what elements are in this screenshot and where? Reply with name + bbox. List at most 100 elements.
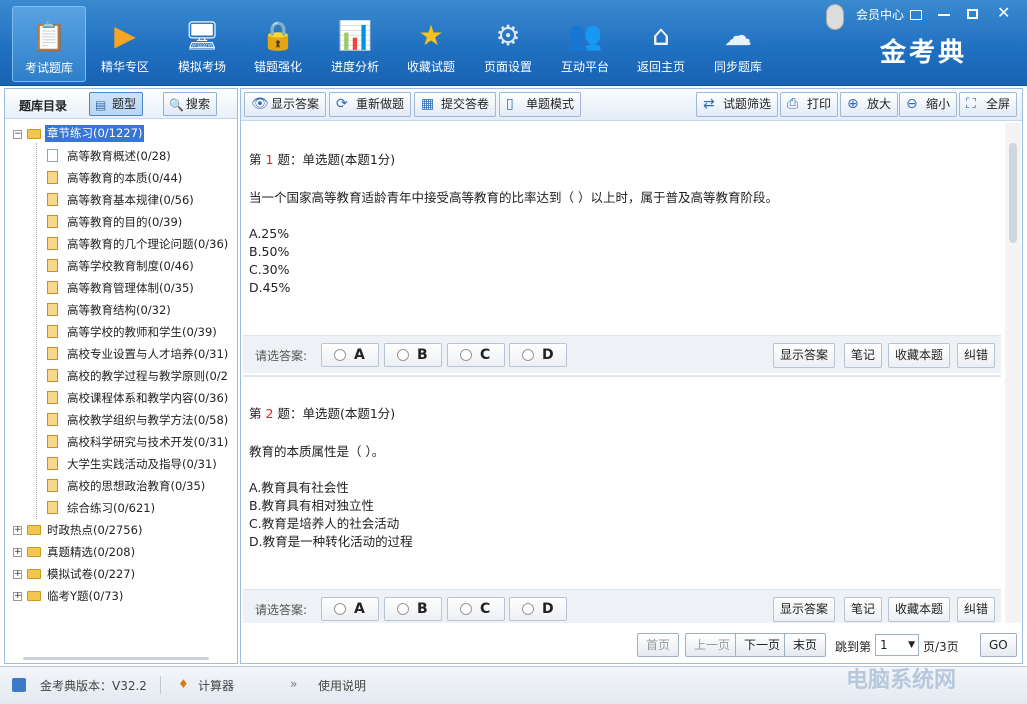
option-text: B.50%	[249, 244, 290, 259]
nav-sync[interactable]: ☁ 同步题库	[701, 6, 775, 82]
nav-label: 精华专区	[100, 60, 149, 74]
note-button[interactable]: 笔记	[844, 597, 883, 622]
tree-folder-label: 时政热点(0/2756)	[47, 523, 143, 537]
users-icon: 👥	[567, 19, 603, 52]
print-label: 打印	[807, 97, 832, 111]
tree-item-label: 高等教育管理体制(0/35)	[67, 281, 194, 295]
tree-item[interactable]: 高等学校的教师和学生(0/39)	[5, 321, 237, 343]
tree-root-node[interactable]: − 章节练习(0/1227)	[5, 123, 237, 145]
collapse-icon[interactable]: −	[13, 130, 22, 139]
type-button[interactable]: ▤ 题型	[89, 92, 144, 116]
nav-progress[interactable]: 📊 进度分析	[318, 6, 392, 82]
help-link[interactable]: 使用说明	[318, 677, 366, 694]
nav-interactive[interactable]: 👥 互动平台	[548, 6, 622, 82]
fullscreen-button[interactable]: ⛶ 全屏	[959, 92, 1018, 117]
nav-wrong-questions[interactable]: 🔒 错题强化	[241, 6, 315, 82]
report-error-button[interactable]: 纠错	[957, 343, 996, 368]
tree-item-label: 高校的教学过程与教学原则(0/2	[67, 369, 228, 383]
choice-d[interactable]: D	[509, 597, 567, 621]
tree-folder[interactable]: + 临考Y题(0/73)	[5, 585, 237, 607]
tree-item[interactable]: 高校教学组织与教学方法(0/58)	[5, 409, 237, 431]
report-error-button[interactable]: 纠错	[957, 597, 996, 622]
tree-item-label: 高等学校的教师和学生(0/39)	[67, 325, 217, 339]
nav-home[interactable]: ⌂ 返回主页	[624, 6, 698, 82]
choice-c[interactable]: C	[447, 343, 505, 367]
option-text: C.30%	[249, 262, 290, 277]
choice-a[interactable]: A	[321, 343, 379, 367]
tree-item[interactable]: 综合练习(0/621)	[5, 497, 237, 519]
tree-item[interactable]: 高等教育的几个理论问题(0/36)	[5, 233, 237, 255]
catalog-title: 题库目录	[19, 99, 68, 113]
expand-icon[interactable]: +	[13, 548, 22, 557]
show-answer-button[interactable]: 👁 显示答案	[244, 92, 327, 117]
filter-button[interactable]: ⇄ 试题筛选	[696, 92, 779, 117]
tree-item[interactable]: 高校科学研究与技术开发(0/31)	[5, 431, 237, 453]
tree-item[interactable]: 高等教育结构(0/32)	[5, 299, 237, 321]
show-answer-inline-button[interactable]: 显示答案	[773, 343, 836, 368]
tree-item[interactable]: 高等教育的目的(0/39)	[5, 211, 237, 233]
zoom-out-button[interactable]: ⊖ 缩小	[899, 92, 958, 117]
favorite-button[interactable]: 收藏本题	[888, 597, 951, 622]
eye-icon: 👁	[251, 96, 269, 112]
member-center-link[interactable]: 会员中心	[856, 6, 904, 23]
scrollbar-thumb[interactable]	[1009, 143, 1017, 243]
tree-item[interactable]: 高等教育基本规律(0/56)	[5, 189, 237, 211]
lock-icon	[47, 237, 58, 250]
watermark: 电脑系统网	[846, 668, 957, 693]
minimize-icon[interactable]	[938, 14, 950, 16]
search-button[interactable]: 🔍 搜索	[163, 92, 218, 116]
choice-label: B	[417, 347, 428, 363]
choice-b[interactable]: B	[384, 343, 442, 367]
nav-mock-exam[interactable]: 🖥 模拟考场	[165, 6, 239, 82]
calculator-link[interactable]: 计算器	[198, 677, 234, 694]
prev-page-button[interactable]: 上一页	[685, 633, 740, 657]
star-icon: ★	[418, 19, 444, 52]
tree-item[interactable]: 高等学校教育制度(0/46)	[5, 255, 237, 277]
tree-item[interactable]: 高等教育概述(0/28)	[5, 145, 237, 167]
nav-favorites[interactable]: ★ 收藏试题	[394, 6, 468, 82]
expand-icon[interactable]: +	[13, 526, 22, 535]
go-button[interactable]: GO	[980, 633, 1017, 657]
tree-folder[interactable]: + 时政热点(0/2756)	[5, 519, 237, 541]
avatar[interactable]	[826, 4, 844, 30]
minus-icon: ⊖	[906, 96, 918, 112]
choice-c[interactable]: C	[447, 597, 505, 621]
tree-item[interactable]: 高校的思想政治教育(0/35)	[5, 475, 237, 497]
expand-icon[interactable]: +	[13, 592, 22, 601]
tree-item[interactable]: 高等教育的本质(0/44)	[5, 167, 237, 189]
tree-folder[interactable]: + 模拟试卷(0/227)	[5, 563, 237, 585]
close-icon[interactable]: ✕	[997, 3, 1010, 22]
choice-label: C	[480, 347, 491, 363]
option-text: A.教育具有社会性	[249, 480, 349, 495]
tree-item[interactable]: 高校专业设置与人才培养(0/31)	[5, 343, 237, 365]
horizontal-scrollbar[interactable]	[23, 657, 209, 660]
skin-icon[interactable]	[910, 10, 922, 20]
choice-d[interactable]: D	[509, 343, 567, 367]
nav-exam-bank[interactable]: 📋 考试题库	[12, 6, 86, 82]
question-number: 1	[265, 152, 274, 167]
submit-button[interactable]: ▦ 提交答卷	[414, 92, 497, 117]
tree-item[interactable]: 高校课程体系和教学内容(0/36)	[5, 387, 237, 409]
choice-a[interactable]: A	[321, 597, 379, 621]
single-mode-button[interactable]: ▯ 单题模式	[499, 92, 582, 117]
nav-featured[interactable]: ▶ 精华专区	[88, 6, 162, 82]
choice-b[interactable]: B	[384, 597, 442, 621]
next-page-button[interactable]: 下一页	[735, 633, 790, 657]
tree-folder[interactable]: + 真题精选(0/208)	[5, 541, 237, 563]
last-page-button[interactable]: 末页	[784, 633, 827, 657]
tree-item[interactable]: 高校的教学过程与教学原则(0/2	[5, 365, 237, 387]
first-page-button[interactable]: 首页	[637, 633, 680, 657]
print-button[interactable]: ⎙ 打印	[780, 92, 839, 117]
show-answer-inline-button[interactable]: 显示答案	[773, 597, 836, 622]
page-select[interactable]: 1 ▼	[875, 634, 919, 656]
tree-item[interactable]: 高等教育管理体制(0/35)	[5, 277, 237, 299]
zoom-in-button[interactable]: ⊕ 放大	[840, 92, 899, 117]
note-button[interactable]: 笔记	[844, 343, 883, 368]
vertical-scrollbar[interactable]	[1005, 123, 1021, 623]
maximize-icon[interactable]	[967, 9, 978, 19]
redo-button[interactable]: ⟳ 重新做题	[329, 92, 412, 117]
favorite-button[interactable]: 收藏本题	[888, 343, 951, 368]
nav-page-settings[interactable]: ⚙ 页面设置	[471, 6, 545, 82]
tree-item[interactable]: 大学生实践活动及指导(0/31)	[5, 453, 237, 475]
expand-icon[interactable]: +	[13, 570, 22, 579]
